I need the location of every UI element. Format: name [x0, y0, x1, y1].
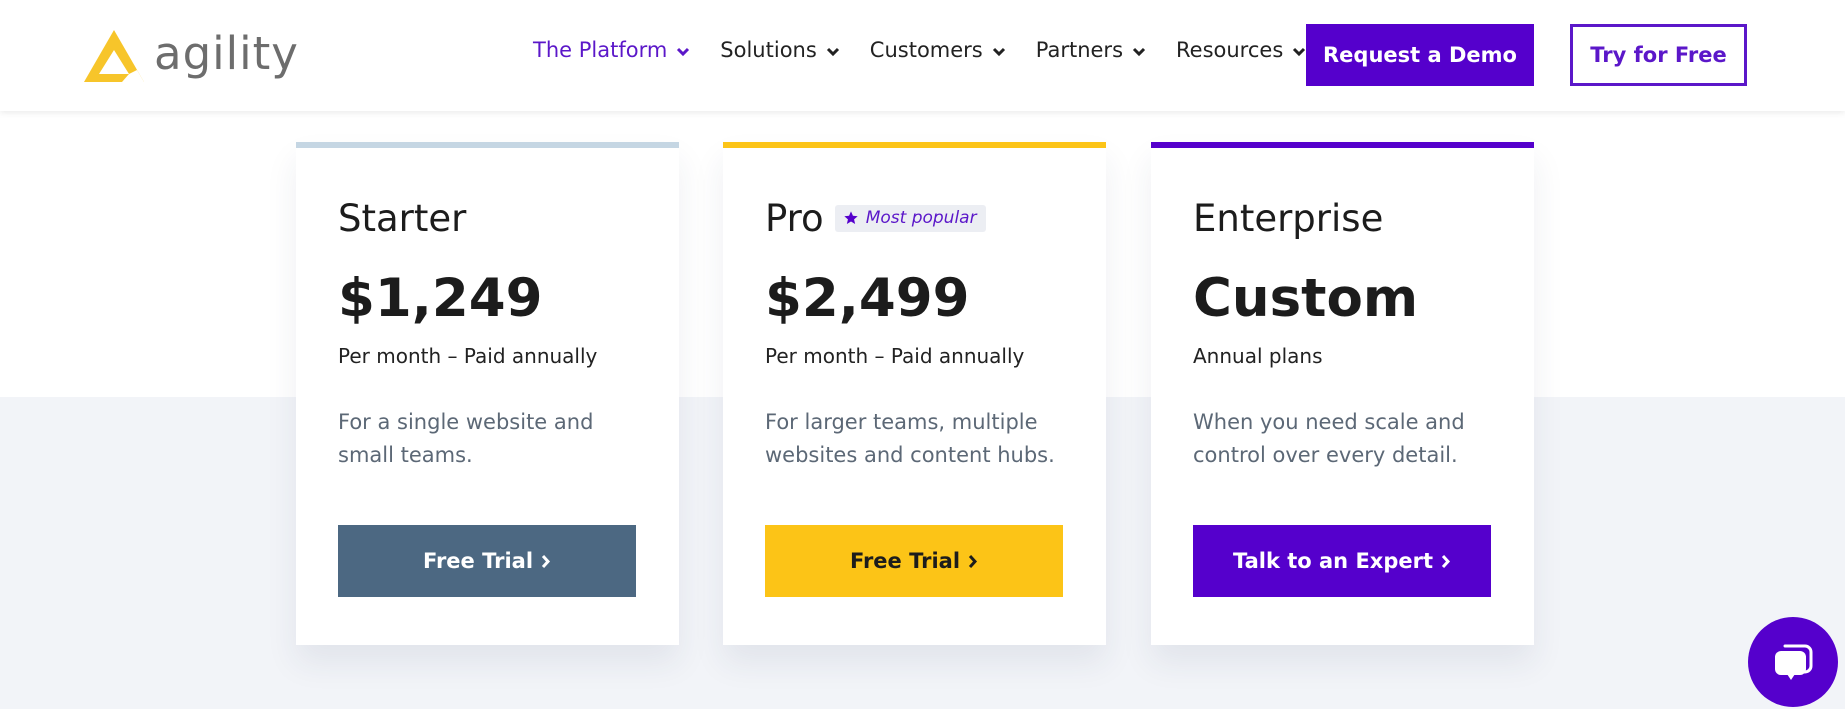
- chat-widget-button[interactable]: [1748, 617, 1838, 707]
- plan-name: Starter: [338, 197, 466, 240]
- plan-period: Per month – Paid annually: [338, 344, 598, 368]
- card-top-bar: [723, 142, 1106, 148]
- nav-item-customers[interactable]: Customers: [870, 38, 1006, 62]
- try-for-free-button[interactable]: Try for Free: [1570, 24, 1747, 86]
- plan-name-text: Pro: [765, 197, 824, 240]
- free-trial-button[interactable]: Free Trial: [338, 525, 636, 597]
- plan-price: $1,249: [338, 268, 543, 329]
- cta-label: Free Trial: [422, 549, 534, 573]
- chevron-down-icon: [992, 47, 1005, 57]
- cta-label: Free Trial: [849, 549, 961, 573]
- plan-price: Custom: [1193, 268, 1419, 329]
- chevron-down-icon: [677, 47, 690, 57]
- pricing-card-starter: Starter $1,249 Per month – Paid annually…: [296, 142, 679, 645]
- plan-name-text: Starter: [338, 197, 467, 240]
- plan-description: When you need scale and control over eve…: [1193, 410, 1465, 467]
- chevron-down-icon: [1132, 47, 1146, 57]
- plan-description: For a single website and small teams.: [338, 410, 594, 467]
- chevron-down-icon: [826, 47, 839, 57]
- nav-item-the-platform[interactable]: The Platform: [533, 38, 690, 62]
- nav-item-solutions[interactable]: Solutions: [720, 38, 840, 62]
- chevron-right-icon: [541, 554, 551, 568]
- cta-label: Talk to an Expert: [1232, 549, 1434, 573]
- nav-item-label: Solutions: [720, 38, 817, 62]
- logo-text: agility: [154, 26, 299, 80]
- chevron-right-icon: [1441, 554, 1451, 568]
- most-popular-badge: Most popular: [834, 205, 986, 232]
- chevron-right-icon: [968, 554, 978, 568]
- nav-item-label: Customers: [869, 38, 983, 62]
- plan-name: Enterprise: [1193, 197, 1383, 240]
- agility-logo-icon: [84, 30, 144, 82]
- pricing-card-enterprise: Enterprise Custom Annual plans When you …: [1151, 142, 1534, 645]
- pricing-card-pro: Pro Most popular $2,499 Per month – Paid…: [723, 142, 1106, 645]
- request-demo-button[interactable]: Request a Demo: [1306, 24, 1534, 86]
- plan-period: Annual plans: [1193, 344, 1323, 368]
- plan-name: Pro Most popular: [765, 197, 986, 240]
- free-trial-button[interactable]: Free Trial: [765, 525, 1063, 597]
- plan-name-text: Enterprise: [1193, 197, 1384, 240]
- card-top-bar: [1151, 142, 1534, 148]
- logo[interactable]: agility: [82, 26, 299, 86]
- nav-item-resources[interactable]: Resources: [1176, 38, 1306, 62]
- plan-price: $2,499: [765, 268, 970, 329]
- badge-label: Most popular: [865, 208, 977, 228]
- plan-description: For larger teams, multiple websites and …: [765, 410, 1055, 467]
- site-header: agility The Platform Solutions Customers…: [0, 0, 1845, 111]
- chevron-down-icon: [1293, 47, 1306, 57]
- talk-to-expert-button[interactable]: Talk to an Expert: [1193, 525, 1491, 597]
- star-icon: [844, 211, 858, 224]
- nav-item-label: Resources: [1176, 38, 1284, 62]
- chat-bubbles-icon: [1775, 644, 1813, 680]
- nav-item-partners[interactable]: Partners: [1036, 38, 1146, 62]
- nav-item-label: The Platform: [533, 38, 668, 62]
- plan-period: Per month – Paid annually: [765, 344, 1025, 368]
- main-nav: The Platform Solutions Customers Partner…: [533, 38, 1336, 62]
- nav-item-label: Partners: [1035, 38, 1124, 62]
- card-top-bar: [296, 142, 679, 148]
